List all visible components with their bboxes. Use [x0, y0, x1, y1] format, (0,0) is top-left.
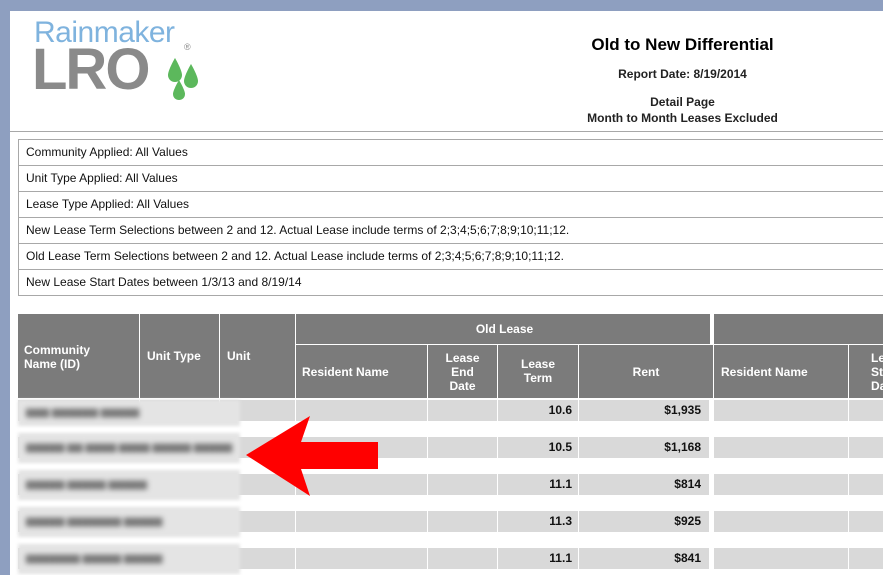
report-page: Rainmaker LRO ® Old to New Differential …: [10, 11, 883, 575]
cell-rent: $1,168: [579, 437, 710, 458]
column-group-old-lease: Old Lease: [296, 314, 714, 345]
cell-lease-end-date: [428, 511, 498, 532]
cell-new-resident-name: [714, 511, 849, 532]
rainmaker-lro-logo: Rainmaker LRO ®: [32, 16, 202, 106]
column-group-new-lease: [714, 314, 883, 345]
filter-old-lease-term: Old Lease Term Selections between 2 and …: [19, 244, 883, 270]
cell-new-lease-start-date: [849, 400, 883, 421]
cell-new-resident-name: [714, 474, 849, 495]
cell-lease-end-date: [428, 437, 498, 458]
column-header-unit-type[interactable]: Unit Type: [140, 314, 220, 399]
water-drops-icon: [168, 58, 198, 100]
cell-resident-name: [296, 511, 428, 532]
cell-resident-name: [296, 548, 428, 569]
cell-lease-term: 10.5: [498, 437, 579, 458]
logo-registered-mark: ®: [184, 42, 191, 52]
cell-rent: $814: [579, 474, 710, 495]
filter-summary: Community Applied: All Values Unit Type …: [18, 139, 883, 296]
differential-table: Community Name (ID) Unit Type Unit Old L…: [18, 314, 883, 575]
report-subtitle-exclusion: Month to Month Leases Excluded: [587, 111, 778, 125]
filter-new-lease-start-dates: New Lease Start Dates between 1/3/13 and…: [26, 275, 302, 289]
column-header-lease-end-date[interactable]: Lease End Date: [428, 345, 498, 399]
column-header-resident-name[interactable]: Resident Name: [296, 345, 428, 399]
redacted-text: ▆▆▆▆▆ ▆▆▆▆▆▆▆ ▆▆▆▆▆: [26, 516, 163, 527]
header-text: Da: [871, 379, 883, 393]
column-header-new-resident-name[interactable]: Resident Name: [714, 345, 849, 399]
header-text: Date: [449, 379, 476, 393]
redacted-cell: ▆▆▆▆▆▆▆ ▆▆▆▆▆ ▆▆▆▆▆: [18, 544, 240, 574]
filter-unit-type: Unit Type Applied: All Values: [19, 166, 883, 192]
filter-community: Community Applied: All Values: [19, 140, 883, 166]
cell-new-lease-start-date: [849, 437, 883, 458]
redacted-text: ▆▆▆ ▆▆▆▆▆▆ ▆▆▆▆▆: [26, 407, 140, 418]
column-header-lease-term[interactable]: Lease Term: [498, 345, 579, 399]
cell-new-lease-start-date: [849, 511, 883, 532]
header-text: Community: [24, 343, 90, 357]
cell-new-lease-start-date: [849, 474, 883, 495]
cell-new-resident-name: [714, 548, 849, 569]
header-text: Term: [523, 371, 553, 385]
header-text: Lease: [445, 351, 480, 365]
cell-lease-end-date: [428, 400, 498, 421]
column-header-rent[interactable]: Rent: [579, 345, 714, 399]
cell-new-resident-name: [714, 437, 849, 458]
cell-lease-end-date: [428, 474, 498, 495]
column-header-unit[interactable]: Unit: [220, 314, 296, 399]
red-arrow-annotation: [246, 416, 378, 496]
cell-lease-term: 11.1: [498, 548, 579, 569]
redacted-cell: ▆▆▆▆▆ ▆▆▆▆▆ ▆▆▆▆▆: [18, 470, 240, 500]
filter-new-lease-term: New Lease Term Selections between 2 and …: [19, 218, 883, 244]
report-subtitle-detail: Detail Page: [650, 95, 715, 109]
header-text: End: [451, 365, 474, 379]
cell-rent: $925: [579, 511, 710, 532]
header-text: Lease: [520, 357, 556, 371]
filter-lease-type: Lease Type Applied: All Values: [19, 192, 883, 218]
redacted-cell: ▆▆▆ ▆▆▆▆▆▆ ▆▆▆▆▆: [18, 400, 240, 426]
redacted-text: ▆▆▆▆▆ ▆▆ ▆▆▆▆ ▆▆▆▆ ▆▆▆▆▆ ▆▆▆▆▆: [26, 442, 233, 453]
cell-rent: $1,935: [579, 400, 710, 421]
cell-new-lease-start-date: [849, 548, 883, 569]
cell-lease-term: 11.3: [498, 511, 579, 532]
report-title: Old to New Differential: [591, 35, 774, 54]
cell-new-resident-name: [714, 400, 849, 421]
header-text: Name (ID): [24, 357, 81, 371]
column-header-community[interactable]: Community Name (ID): [18, 314, 140, 399]
redacted-text: ▆▆▆▆▆ ▆▆▆▆▆ ▆▆▆▆▆: [26, 479, 147, 490]
logo-text-lro: LRO: [32, 37, 150, 102]
redacted-cell: ▆▆▆▆▆ ▆▆▆▆▆▆▆ ▆▆▆▆▆: [18, 507, 240, 537]
cell-lease-term: 11.1: [498, 474, 579, 495]
cell-rent: $841: [579, 548, 710, 569]
cell-lease-end-date: [428, 548, 498, 569]
column-header-new-lease-start-date[interactable]: Lea St Da: [849, 345, 883, 399]
redacted-cell: ▆▆▆▆▆ ▆▆ ▆▆▆▆ ▆▆▆▆ ▆▆▆▆▆ ▆▆▆▆▆: [18, 433, 240, 463]
cell-lease-term: 10.6: [498, 400, 579, 421]
header-text: Lea: [871, 351, 883, 365]
redacted-text: ▆▆▆▆▆▆▆ ▆▆▆▆▆ ▆▆▆▆▆: [26, 553, 163, 564]
header-divider: [10, 131, 883, 132]
header-text: St: [871, 365, 883, 379]
report-date: Report Date: 8/19/2014: [618, 67, 747, 81]
